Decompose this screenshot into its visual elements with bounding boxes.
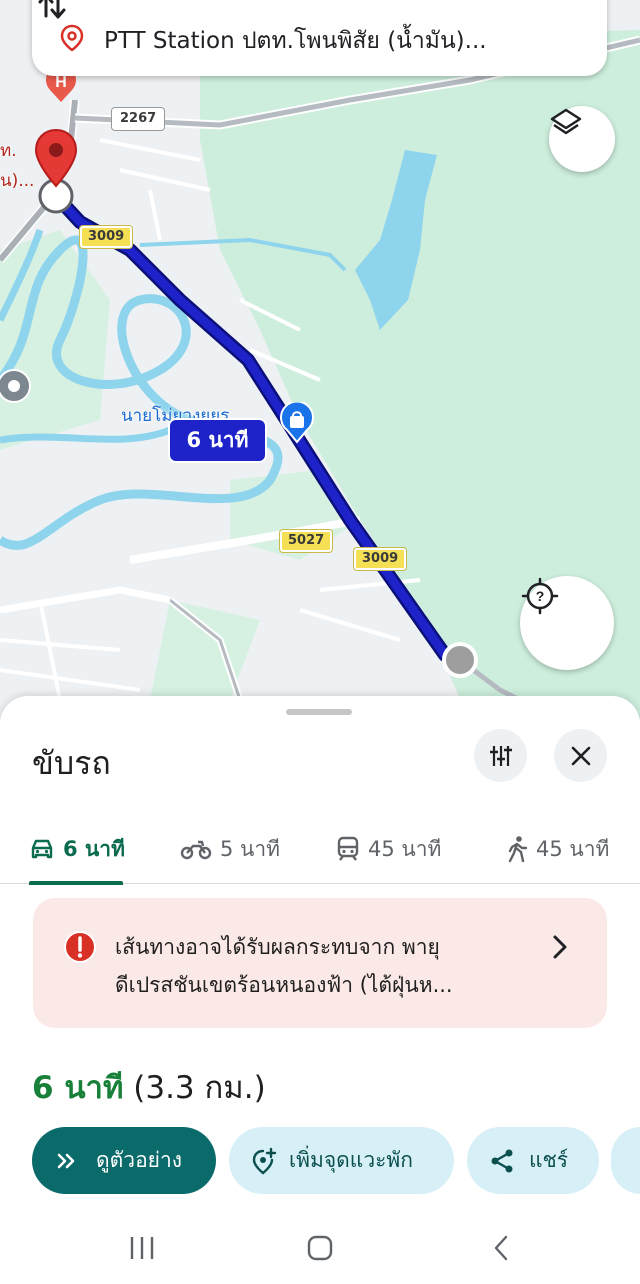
route-summary: 6 นาที (3.3 กม.) bbox=[32, 1062, 266, 1112]
train-icon bbox=[337, 836, 359, 861]
tab-transit-label: 45 นาที bbox=[368, 836, 442, 861]
svg-text:?: ? bbox=[536, 588, 545, 604]
destination-pin-icon[interactable] bbox=[34, 128, 78, 190]
share-icon bbox=[491, 1149, 513, 1172]
route-alert-card[interactable]: เส้นทางอาจได้รับผลกระทบจาก พายุ ดีเปรสชั… bbox=[33, 898, 607, 1028]
destination-map-label: ท. น)... bbox=[0, 141, 35, 191]
svg-text:H: H bbox=[55, 74, 67, 91]
route-eta-bubble[interactable]: 6 นาที bbox=[168, 418, 267, 463]
travel-mode-tabs: 6 นาที 5 นาที 45 นาที 45 นาที bbox=[0, 814, 640, 885]
add-location-icon bbox=[252, 1147, 277, 1175]
location-unknown-icon: ? bbox=[521, 577, 559, 615]
car-icon bbox=[31, 839, 53, 859]
back-icon bbox=[494, 1235, 508, 1261]
alert-message: เส้นทางอาจได้รับผลกระทบจาก พายุ ดีเปรสชั… bbox=[115, 928, 535, 1004]
sheet-drag-handle[interactable] bbox=[286, 709, 352, 715]
home-icon bbox=[307, 1235, 333, 1261]
double-chevron-icon bbox=[57, 1153, 75, 1168]
preview-button[interactable]: ดูตัวอย่าง bbox=[32, 1127, 216, 1194]
my-location-button[interactable]: ? bbox=[520, 576, 614, 670]
tab-motorcycle[interactable]: 5 นาที bbox=[180, 814, 280, 884]
road-shield: 5027 bbox=[280, 530, 333, 552]
error-icon bbox=[64, 931, 96, 963]
walk-icon bbox=[508, 836, 528, 863]
sheet-title: ขับรถ bbox=[32, 744, 111, 782]
alert-line: เส้นทางอาจได้รับผลกระทบจาก พายุ bbox=[115, 935, 440, 959]
layers-icon bbox=[550, 108, 582, 135]
tab-walk-label: 45 นาที bbox=[536, 836, 610, 861]
swap-directions-icon[interactable] bbox=[32, 0, 72, 26]
home-button[interactable] bbox=[300, 1228, 340, 1268]
system-nav-bar bbox=[0, 1212, 640, 1284]
route-options-button[interactable] bbox=[474, 729, 527, 782]
tab-drive[interactable]: 6 นาที bbox=[29, 814, 125, 885]
share-button[interactable]: แชร์ bbox=[467, 1127, 599, 1194]
add-stop-button-label: เพิ่มจุดแวะพัก bbox=[289, 1148, 413, 1172]
shopping-poi-icon[interactable] bbox=[278, 402, 316, 444]
preview-button-label: ดูตัวอย่าง bbox=[96, 1148, 183, 1172]
motorcycle-icon bbox=[180, 840, 212, 860]
alert-line: ดีเปรสชันเขตร้อนหนองฟ้า (ไต้ฝุ่นห... bbox=[115, 973, 453, 997]
road-shield: 3009 bbox=[80, 226, 133, 248]
selected-tab-indicator bbox=[29, 881, 123, 885]
map-layers-button[interactable] bbox=[549, 106, 615, 172]
close-icon bbox=[571, 746, 590, 765]
close-button[interactable] bbox=[554, 729, 607, 782]
recent-apps-icon bbox=[130, 1237, 154, 1259]
tab-drive-label: 6 นาที bbox=[63, 836, 125, 861]
chevron-right-icon bbox=[553, 935, 567, 959]
destination-text[interactable]: PTT Station ปตท.โพนพิสัย (น้ำมัน)... bbox=[104, 23, 544, 59]
tune-icon bbox=[489, 745, 512, 766]
more-actions-chip[interactable] bbox=[611, 1127, 640, 1194]
road-shield: 3009 bbox=[354, 548, 407, 570]
tab-walk[interactable]: 45 นาที bbox=[506, 814, 609, 884]
destination-search-bar[interactable]: PTT Station ปตท.โพนพิสัย (น้ำมัน)... bbox=[32, 0, 607, 76]
route-duration: 6 นาที bbox=[32, 1070, 124, 1106]
tab-transit[interactable]: 45 นาที bbox=[336, 814, 441, 884]
place-marker-icon[interactable] bbox=[0, 368, 32, 408]
location-pin-icon bbox=[60, 24, 84, 52]
back-button[interactable] bbox=[482, 1228, 522, 1268]
share-button-label: แชร์ bbox=[529, 1148, 569, 1172]
map-view[interactable]: H ท. น)... นายโม่ยวงยยร 2267 3009 3009 5… bbox=[0, 0, 640, 720]
route-distance: (3.3 กม.) bbox=[133, 1070, 266, 1106]
directions-sheet: ขับรถ 6 นาที 5 นาที 45 นาที 45 นาที เส้น… bbox=[0, 696, 640, 1284]
recent-apps-button[interactable] bbox=[122, 1228, 162, 1268]
tab-motorcycle-label: 5 นาที bbox=[220, 836, 281, 861]
add-stop-button[interactable]: เพิ่มจุดแวะพัก bbox=[229, 1127, 454, 1194]
road-shield: 2267 bbox=[112, 108, 165, 130]
